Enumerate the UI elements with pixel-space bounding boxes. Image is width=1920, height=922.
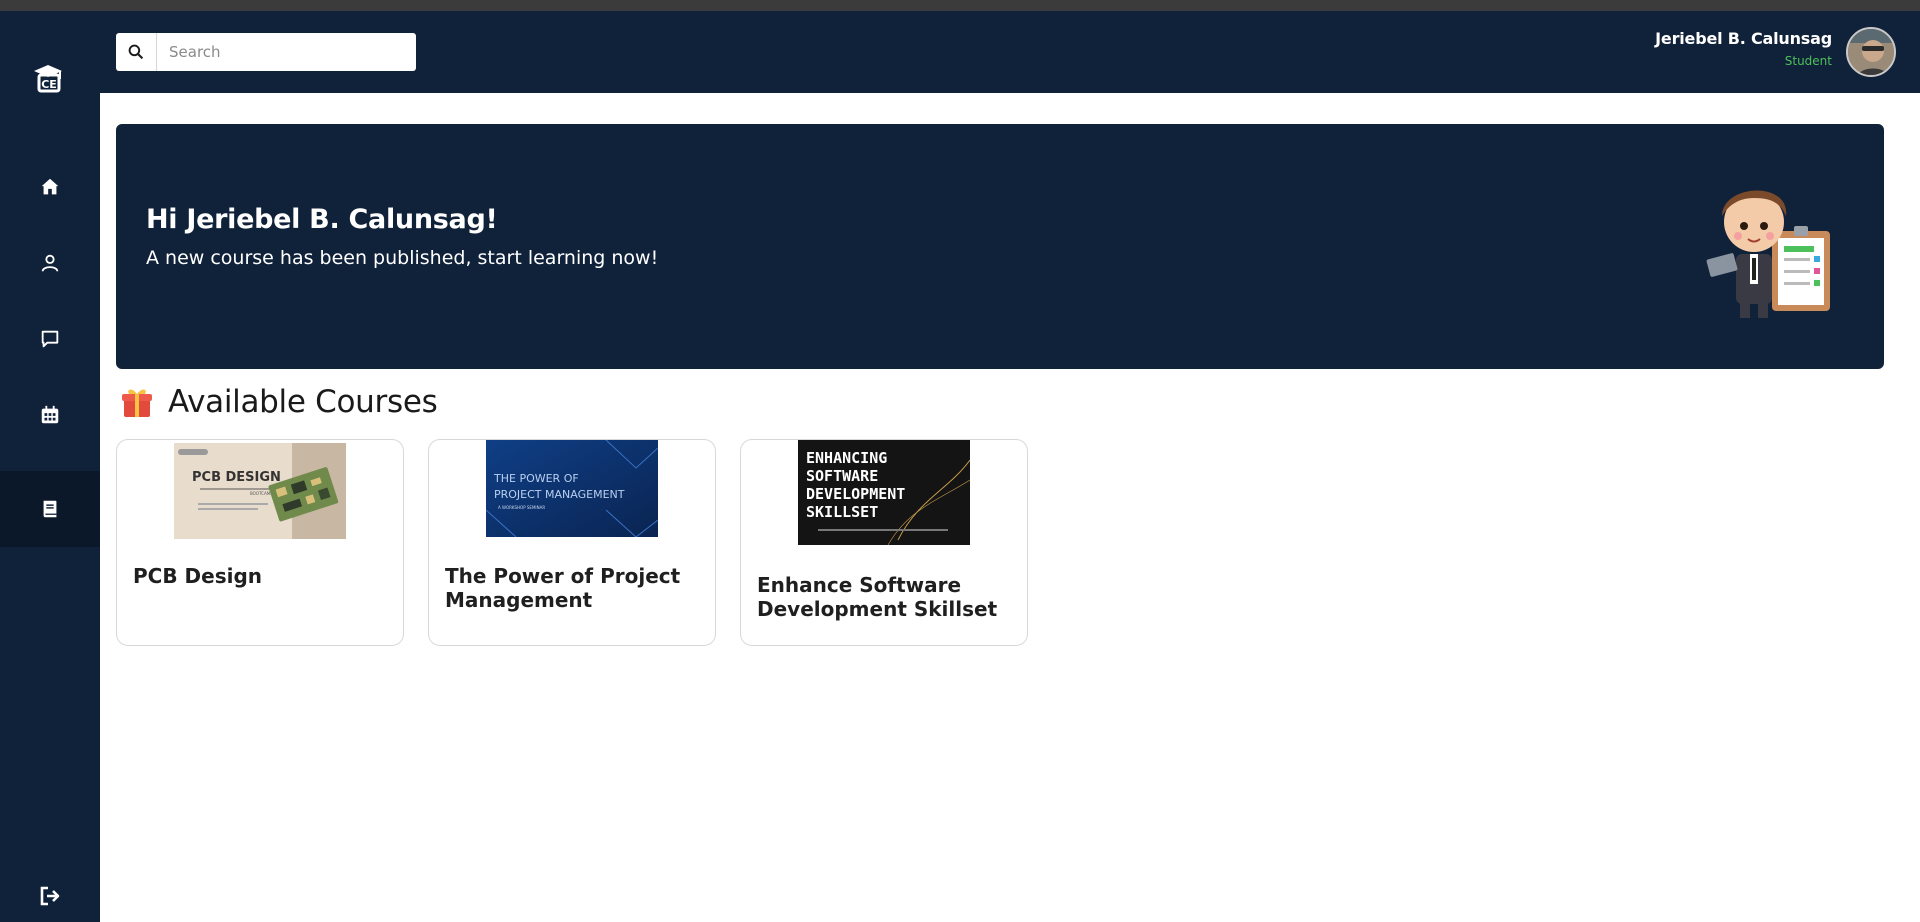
search-icon bbox=[128, 44, 144, 60]
svg-text:CE: CE bbox=[41, 78, 57, 91]
thumb-subtitle: A WORKSHOP SEMINAR bbox=[498, 505, 545, 510]
thumb-title-4: SKILLSET bbox=[806, 503, 878, 521]
logout-button[interactable] bbox=[0, 871, 100, 921]
course-thumbnail: PCB DESIGN BOOTCAMP bbox=[174, 443, 346, 539]
user-info: Jeriebel B. Calunsag Student bbox=[1655, 29, 1832, 68]
course-title: The Power of Project Management bbox=[445, 564, 681, 612]
course-thumbnail: THE POWER OF PROJECT MANAGEMENT A WORKSH… bbox=[486, 440, 658, 537]
avatar[interactable] bbox=[1846, 27, 1896, 77]
thumb-subtitle: BOOTCAMP bbox=[250, 491, 273, 496]
user-icon bbox=[41, 254, 59, 272]
thumb-title-2: SOFTWARE bbox=[806, 467, 878, 485]
course-title: PCB Design bbox=[133, 564, 263, 588]
sidebar: CE bbox=[0, 11, 100, 922]
banner-greeting: Hi Jeriebel B. Calunsag! bbox=[146, 204, 498, 235]
thumb-title-3: DEVELOPMENT bbox=[806, 485, 905, 503]
section-title: Available Courses bbox=[168, 384, 438, 420]
gift-icon bbox=[122, 389, 152, 417]
course-title: Enhance Software Development Skillset bbox=[757, 573, 998, 621]
available-courses-heading: Available Courses bbox=[120, 384, 438, 420]
nav-home[interactable] bbox=[0, 149, 100, 225]
top-bar: Jeriebel B. Calunsag Student bbox=[100, 11, 1920, 93]
app-logo-icon[interactable]: CE bbox=[30, 61, 66, 97]
nav-profile[interactable] bbox=[0, 225, 100, 301]
thumb-title: PCB DESIGN bbox=[192, 470, 281, 485]
welcome-banner: Hi Jeriebel B. Calunsag! A new course ha… bbox=[116, 124, 1884, 369]
thumb-title: ENHANCING bbox=[806, 449, 887, 467]
search-button[interactable] bbox=[116, 33, 157, 71]
search-box bbox=[116, 33, 416, 71]
chat-icon bbox=[41, 330, 59, 348]
user-name: Jeriebel B. Calunsag bbox=[1655, 29, 1832, 48]
home-icon bbox=[41, 178, 59, 195]
calendar-icon bbox=[41, 405, 59, 424]
thumb-title-2: PROJECT MANAGEMENT bbox=[494, 488, 625, 501]
thumb-title: THE POWER OF bbox=[493, 472, 579, 485]
book-icon bbox=[43, 500, 57, 518]
search-input[interactable] bbox=[157, 34, 416, 70]
course-card-software-development[interactable]: ENHANCING SOFTWARE DEVELOPMENT SKILLSET … bbox=[740, 439, 1028, 646]
browser-top-strip bbox=[0, 0, 1920, 11]
logout-icon bbox=[40, 886, 60, 906]
course-card-project-management[interactable]: THE POWER OF PROJECT MANAGEMENT A WORKSH… bbox=[428, 439, 716, 646]
course-card-pcb-design[interactable]: PCB DESIGN BOOTCAMP PCB Design bbox=[116, 439, 404, 646]
course-thumbnail: ENHANCING SOFTWARE DEVELOPMENT SKILLSET bbox=[798, 440, 970, 545]
banner-message: A new course has been published, start l… bbox=[146, 247, 659, 269]
nav-calendar[interactable] bbox=[0, 377, 100, 453]
mascot-illustration bbox=[1700, 176, 1840, 321]
nav-courses[interactable] bbox=[0, 471, 100, 547]
nav-messages[interactable] bbox=[0, 301, 100, 377]
user-role: Student bbox=[1784, 54, 1832, 68]
